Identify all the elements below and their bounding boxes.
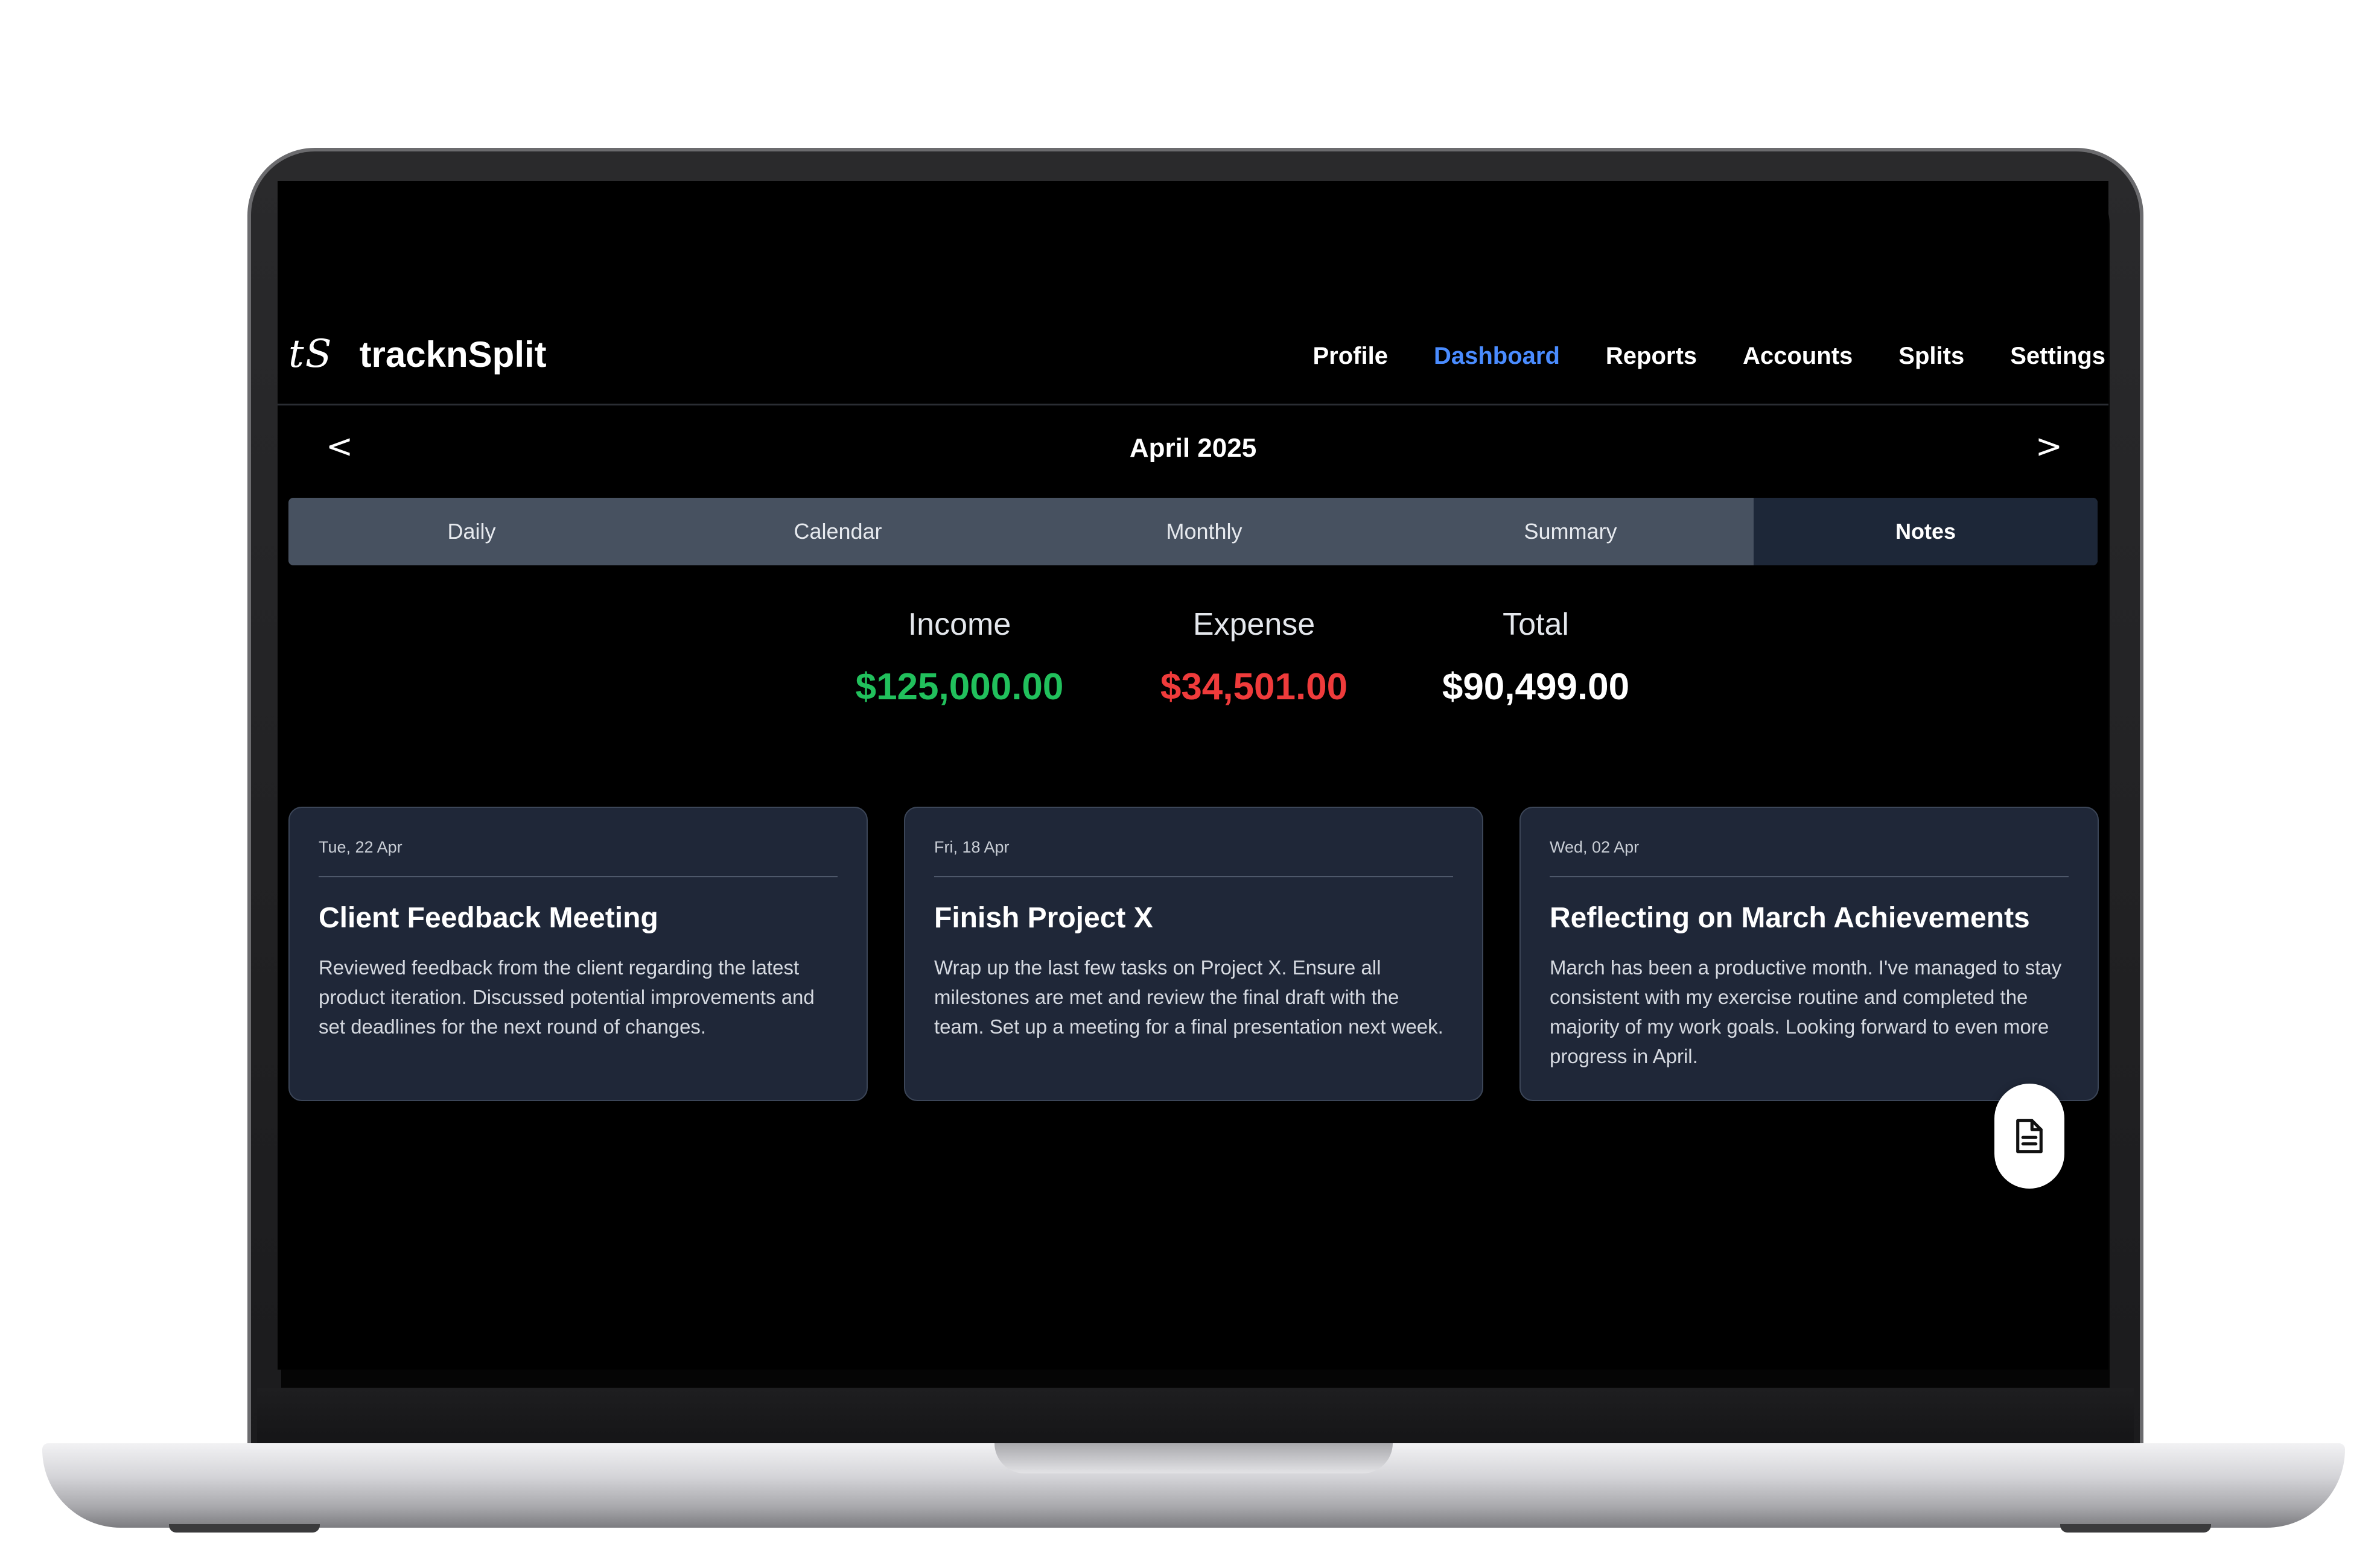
expense-value: $34,501.00	[1160, 666, 1348, 708]
main-nav: Profile Dashboard Reports Accounts Split…	[1312, 343, 2105, 370]
note-card[interactable]: Wed, 02 Apr Reflecting on March Achievem…	[1519, 807, 2099, 1101]
nav-splits[interactable]: Splits	[1898, 343, 1964, 370]
note-body: March has been a productive month. I've …	[1550, 956, 2062, 1067]
navbar: tS tracknSplit Profile Dashboard Reports…	[278, 181, 2108, 405]
note-date: Wed, 02 Apr	[1550, 838, 2069, 877]
add-note-button[interactable]	[1994, 1084, 2064, 1189]
note-body: Wrap up the last few tasks on Project X.…	[934, 956, 1443, 1038]
tab-monthly[interactable]: Monthly	[1021, 498, 1387, 565]
laptop-foot-right	[2060, 1524, 2211, 1533]
laptop-base	[42, 1443, 2345, 1528]
brand[interactable]: tS tracknSplit	[288, 332, 547, 376]
income-stat: Income $125,000.00	[809, 606, 1110, 708]
tab-notes[interactable]: Notes	[1754, 498, 2098, 565]
note-date: Tue, 22 Apr	[319, 838, 838, 877]
note-date: Fri, 18 Apr	[934, 838, 1453, 877]
document-icon	[2016, 1119, 2043, 1154]
notes-list: Tue, 22 Apr Client Feedback Meeting Revi…	[288, 807, 2099, 1101]
income-label: Income	[908, 607, 1011, 642]
brand-logo: tS	[288, 332, 333, 376]
view-tabs: Daily Calendar Monthly Summary Notes	[288, 498, 2098, 565]
note-title: Reflecting on March Achievements	[1550, 902, 2030, 934]
total-label: Total	[1503, 607, 1569, 642]
app-screen: tS tracknSplit Profile Dashboard Reports…	[278, 181, 2108, 1370]
total-stat: Total $90,499.00	[1385, 606, 1687, 708]
expense-stat: Expense $34,501.00	[1103, 606, 1405, 708]
note-title: Finish Project X	[934, 902, 1153, 934]
note-body: Reviewed feedback from the client regard…	[319, 956, 815, 1038]
nav-accounts[interactable]: Accounts	[1743, 343, 1853, 370]
month-selector: < April 2025 >	[278, 416, 2108, 489]
month-title: April 2025	[1129, 433, 1257, 463]
tab-summary[interactable]: Summary	[1387, 498, 1754, 565]
note-title: Client Feedback Meeting	[319, 902, 658, 934]
laptop-chin	[257, 1388, 2134, 1448]
nav-reports[interactable]: Reports	[1606, 343, 1697, 370]
income-value: $125,000.00	[855, 666, 1064, 708]
next-month-button[interactable]: >	[2035, 427, 2063, 465]
base-groove	[994, 1443, 1393, 1473]
brand-name: tracknSplit	[359, 334, 547, 375]
nav-profile[interactable]: Profile	[1312, 343, 1387, 370]
expense-label: Expense	[1192, 607, 1316, 642]
note-card[interactable]: Tue, 22 Apr Client Feedback Meeting Revi…	[288, 807, 868, 1101]
tab-daily[interactable]: Daily	[288, 498, 655, 565]
total-value: $90,499.00	[1442, 666, 1630, 708]
tab-calendar[interactable]: Calendar	[655, 498, 1021, 565]
note-card[interactable]: Fri, 18 Apr Finish Project X Wrap up the…	[904, 807, 1483, 1101]
laptop-foot-left	[169, 1524, 320, 1533]
nav-dashboard[interactable]: Dashboard	[1434, 343, 1560, 370]
nav-settings[interactable]: Settings	[2010, 343, 2105, 370]
